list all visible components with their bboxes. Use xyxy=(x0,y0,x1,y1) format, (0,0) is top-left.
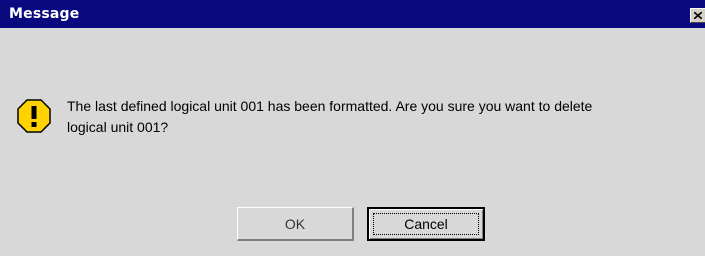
close-button[interactable] xyxy=(690,8,705,23)
message-text: The last defined logical unit 001 has be… xyxy=(67,96,703,138)
cancel-button[interactable]: Cancel xyxy=(367,207,485,241)
dialog-title: Message xyxy=(9,6,80,22)
warning-icon xyxy=(17,99,51,133)
message-line-1: The last defined logical unit 001 has be… xyxy=(67,98,593,114)
title-bar[interactable]: Message xyxy=(0,0,705,28)
ok-button-label: OK xyxy=(284,215,306,232)
close-icon xyxy=(694,12,702,19)
message-dialog: Message The last defined logical unit 00… xyxy=(0,0,705,256)
ok-button[interactable]: OK xyxy=(237,207,354,241)
cancel-button-label: Cancel xyxy=(404,216,448,232)
message-line-2: logical unit 001? xyxy=(67,119,169,135)
